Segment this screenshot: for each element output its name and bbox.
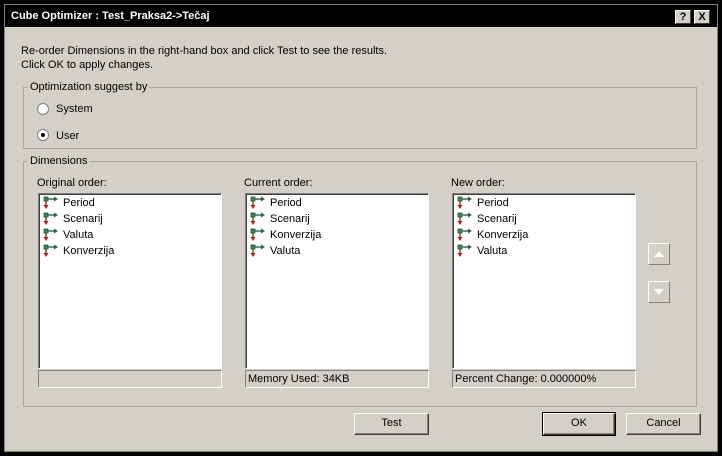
- original-order-status: [38, 370, 222, 388]
- list-item-label: Period: [63, 197, 95, 209]
- down-arrow-icon: [654, 289, 664, 295]
- list-item[interactable]: Period: [43, 195, 221, 211]
- dimension-icon: [43, 228, 58, 241]
- dimension-icon: [43, 212, 58, 225]
- new-order-label: New order:: [451, 177, 505, 189]
- cancel-button[interactable]: Cancel: [626, 413, 701, 435]
- current-order-list[interactable]: Period Scenarij Konverzija Valuta: [245, 193, 429, 369]
- list-item[interactable]: Period: [457, 195, 635, 211]
- list-item-label: Scenarij: [477, 213, 517, 225]
- dimension-icon: [457, 244, 472, 257]
- list-item-label: Period: [477, 197, 509, 209]
- list-item[interactable]: Valuta: [250, 243, 428, 259]
- radio-selected-dot: [41, 133, 45, 137]
- new-order-list[interactable]: Period Scenarij Konverzija Valuta: [452, 193, 636, 369]
- up-arrow-icon: [654, 251, 664, 257]
- list-item-label: Konverzija: [270, 229, 322, 241]
- list-item-label: Valuta: [477, 245, 508, 257]
- system-radio[interactable]: [37, 103, 49, 115]
- system-radio-label[interactable]: System: [56, 103, 93, 115]
- move-down-button[interactable]: [648, 281, 670, 303]
- window-title: Cube Optimizer : Test_Praksa2->Tečaj: [11, 10, 210, 22]
- list-item-label: Konverzija: [63, 245, 115, 257]
- percent-change-status: Percent Change: 0.000000%: [452, 370, 636, 388]
- dimension-icon: [457, 228, 472, 241]
- current-order-label: Current order:: [244, 177, 313, 189]
- title-bar: Cube Optimizer : Test_Praksa2->Tečaj ? X: [5, 5, 717, 27]
- dimension-icon: [43, 244, 58, 257]
- list-item[interactable]: Konverzija: [43, 243, 221, 259]
- close-button[interactable]: X: [694, 10, 710, 24]
- list-item[interactable]: Konverzija: [250, 227, 428, 243]
- help-button[interactable]: ?: [675, 10, 691, 24]
- list-item[interactable]: Valuta: [457, 243, 635, 259]
- ok-button[interactable]: OK: [542, 412, 616, 436]
- list-item-label: Period: [270, 197, 302, 209]
- list-item[interactable]: Konverzija: [457, 227, 635, 243]
- user-radio[interactable]: [37, 129, 49, 141]
- list-item-label: Valuta: [270, 245, 301, 257]
- list-item-label: Scenarij: [63, 213, 103, 225]
- optimization-legend: Optimization suggest by: [30, 81, 148, 93]
- dimension-icon: [250, 228, 265, 241]
- dimensions-legend: Dimensions: [30, 155, 88, 167]
- dimension-icon: [43, 196, 58, 209]
- list-item[interactable]: Scenarij: [43, 211, 221, 227]
- instruction-line-2: Click OK to apply changes.: [21, 59, 154, 71]
- list-item[interactable]: Period: [250, 195, 428, 211]
- dimension-icon: [250, 196, 265, 209]
- cube-optimizer-dialog: Cube Optimizer : Test_Praksa2->Tečaj ? X…: [4, 4, 718, 452]
- move-up-button[interactable]: [648, 243, 670, 265]
- dimension-icon: [457, 212, 472, 225]
- dimension-icon: [250, 244, 265, 257]
- list-item[interactable]: Scenarij: [457, 211, 635, 227]
- list-item-label: Scenarij: [270, 213, 310, 225]
- dimension-icon: [250, 212, 265, 225]
- list-item[interactable]: Valuta: [43, 227, 221, 243]
- memory-used-status: Memory Used: 34KB: [245, 370, 429, 388]
- list-item-label: Konverzija: [477, 229, 529, 241]
- dimension-icon: [457, 196, 472, 209]
- list-item-label: Valuta: [63, 229, 94, 241]
- original-order-list[interactable]: Period Scenarij Valuta Konverzija: [38, 193, 222, 369]
- test-button[interactable]: Test: [354, 413, 429, 435]
- optimization-group: Optimization suggest by: [23, 81, 697, 149]
- list-item[interactable]: Scenarij: [250, 211, 428, 227]
- original-order-label: Original order:: [37, 177, 107, 189]
- instruction-line-1: Re-order Dimensions in the right-hand bo…: [21, 45, 388, 57]
- user-radio-label[interactable]: User: [56, 130, 79, 142]
